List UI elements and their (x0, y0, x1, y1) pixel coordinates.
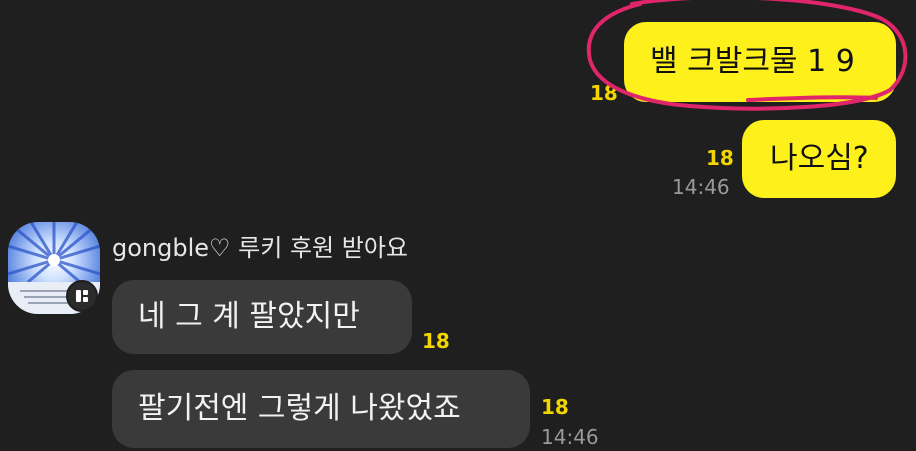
my-message-bubble[interactable]: 나오심? (742, 120, 896, 198)
their-message-bubble[interactable]: 팔기전엔 그렇게 나왔었죠 (112, 370, 530, 448)
message-text: 네 그 계 팔았지만 (138, 299, 360, 334)
message-text: 팔기전엔 그렇게 나왔었죠 (138, 391, 461, 426)
message-text: 밸 크발크물 1 9 (650, 44, 855, 79)
their-message-bubble[interactable]: 네 그 계 팔았지만 (112, 280, 412, 354)
sender-name[interactable]: gongble♡ 루키 후원 받아요 (112, 236, 408, 260)
unread-count: 18 (590, 81, 618, 105)
unread-count: 18 (541, 395, 569, 419)
message-text: 나오심? (770, 141, 869, 176)
device-badge-icon (66, 280, 98, 312)
chat-screen: 밸 크발크물 1 9 18 나오심? 18 14:46 gongble♡ 루키 … (0, 0, 916, 451)
my-message-bubble[interactable]: 밸 크발크물 1 9 (624, 22, 896, 102)
message-timestamp: 14:46 (672, 175, 730, 199)
unread-count: 18 (706, 146, 734, 170)
unread-count: 18 (422, 329, 450, 353)
message-timestamp: 14:46 (541, 425, 599, 449)
